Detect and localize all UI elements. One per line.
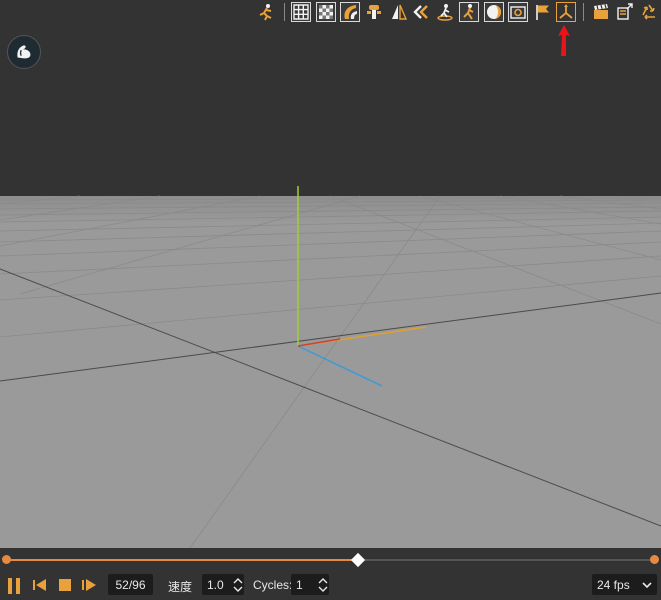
timeline-progress [6,559,358,561]
export-film-icon[interactable] [615,2,635,22]
animation-viewer: 52/96 速度 1.0 Cycles: 1 24 fps [0,0,661,600]
recycle-icon[interactable] [639,2,659,22]
pause-button[interactable] [6,576,22,596]
fps-value: 24 fps [597,577,630,592]
timeline-track[interactable] [2,552,659,568]
annotation-arrow [558,25,570,56]
bones-icon[interactable] [364,2,384,22]
timeline[interactable] [0,548,661,572]
capture-icon[interactable] [508,2,528,22]
chevron-down-icon[interactable] [318,585,328,593]
3d-viewport[interactable] [0,24,661,548]
mirror-icon[interactable] [389,2,409,22]
floor-plane [0,196,661,548]
cycles-value[interactable]: 1 [291,578,317,592]
chevron-up-icon[interactable] [233,577,243,585]
viewport-scene [0,24,661,548]
cycles-label: Cycles: [253,578,293,592]
step-forward-button[interactable] [81,576,97,594]
stop-icon [59,579,71,591]
toolbar-separator [284,3,285,21]
fps-select[interactable]: 24 fps [592,574,657,595]
spin-arrows-icon[interactable] [232,577,244,593]
checkerboard-icon[interactable] [316,2,336,22]
chevron-down-icon[interactable] [233,585,243,593]
frame-counter: 52/96 [108,574,153,595]
step-back-button[interactable] [32,576,48,594]
toolbar-separator [583,3,584,21]
shading-icon[interactable] [340,2,360,22]
pause-icon [8,578,20,594]
chevron-up-icon[interactable] [318,577,328,585]
chevron-down-icon [642,581,652,588]
running-figure-icon[interactable] [256,2,276,22]
clapperboard-icon[interactable] [591,2,611,22]
stop-button[interactable] [57,576,73,594]
ground-figure-icon[interactable] [435,2,455,22]
speed-label: 速度 [168,580,193,594]
timeline-playhead[interactable] [350,552,366,568]
walk-icon[interactable] [459,2,479,22]
axes-icon[interactable] [556,2,576,22]
rewind-keys-icon[interactable] [411,2,431,22]
step-forward-icon [82,579,96,591]
spin-arrows-icon[interactable] [317,577,329,593]
playback-controls: 52/96 速度 1.0 Cycles: 1 24 fps [0,572,661,600]
cycles-spinbox[interactable]: 1 [291,574,329,595]
toolbar [0,0,661,24]
timeline-start-marker[interactable] [2,555,11,564]
flag-icon[interactable] [533,2,553,22]
step-back-icon [33,579,46,591]
flex-arm-icon[interactable] [7,35,41,69]
grid-icon[interactable] [291,2,311,22]
speed-spinbox[interactable]: 1.0 [202,574,244,595]
halo-icon[interactable] [484,2,504,22]
timeline-end-marker[interactable] [650,555,659,564]
speed-value[interactable]: 1.0 [202,578,232,592]
